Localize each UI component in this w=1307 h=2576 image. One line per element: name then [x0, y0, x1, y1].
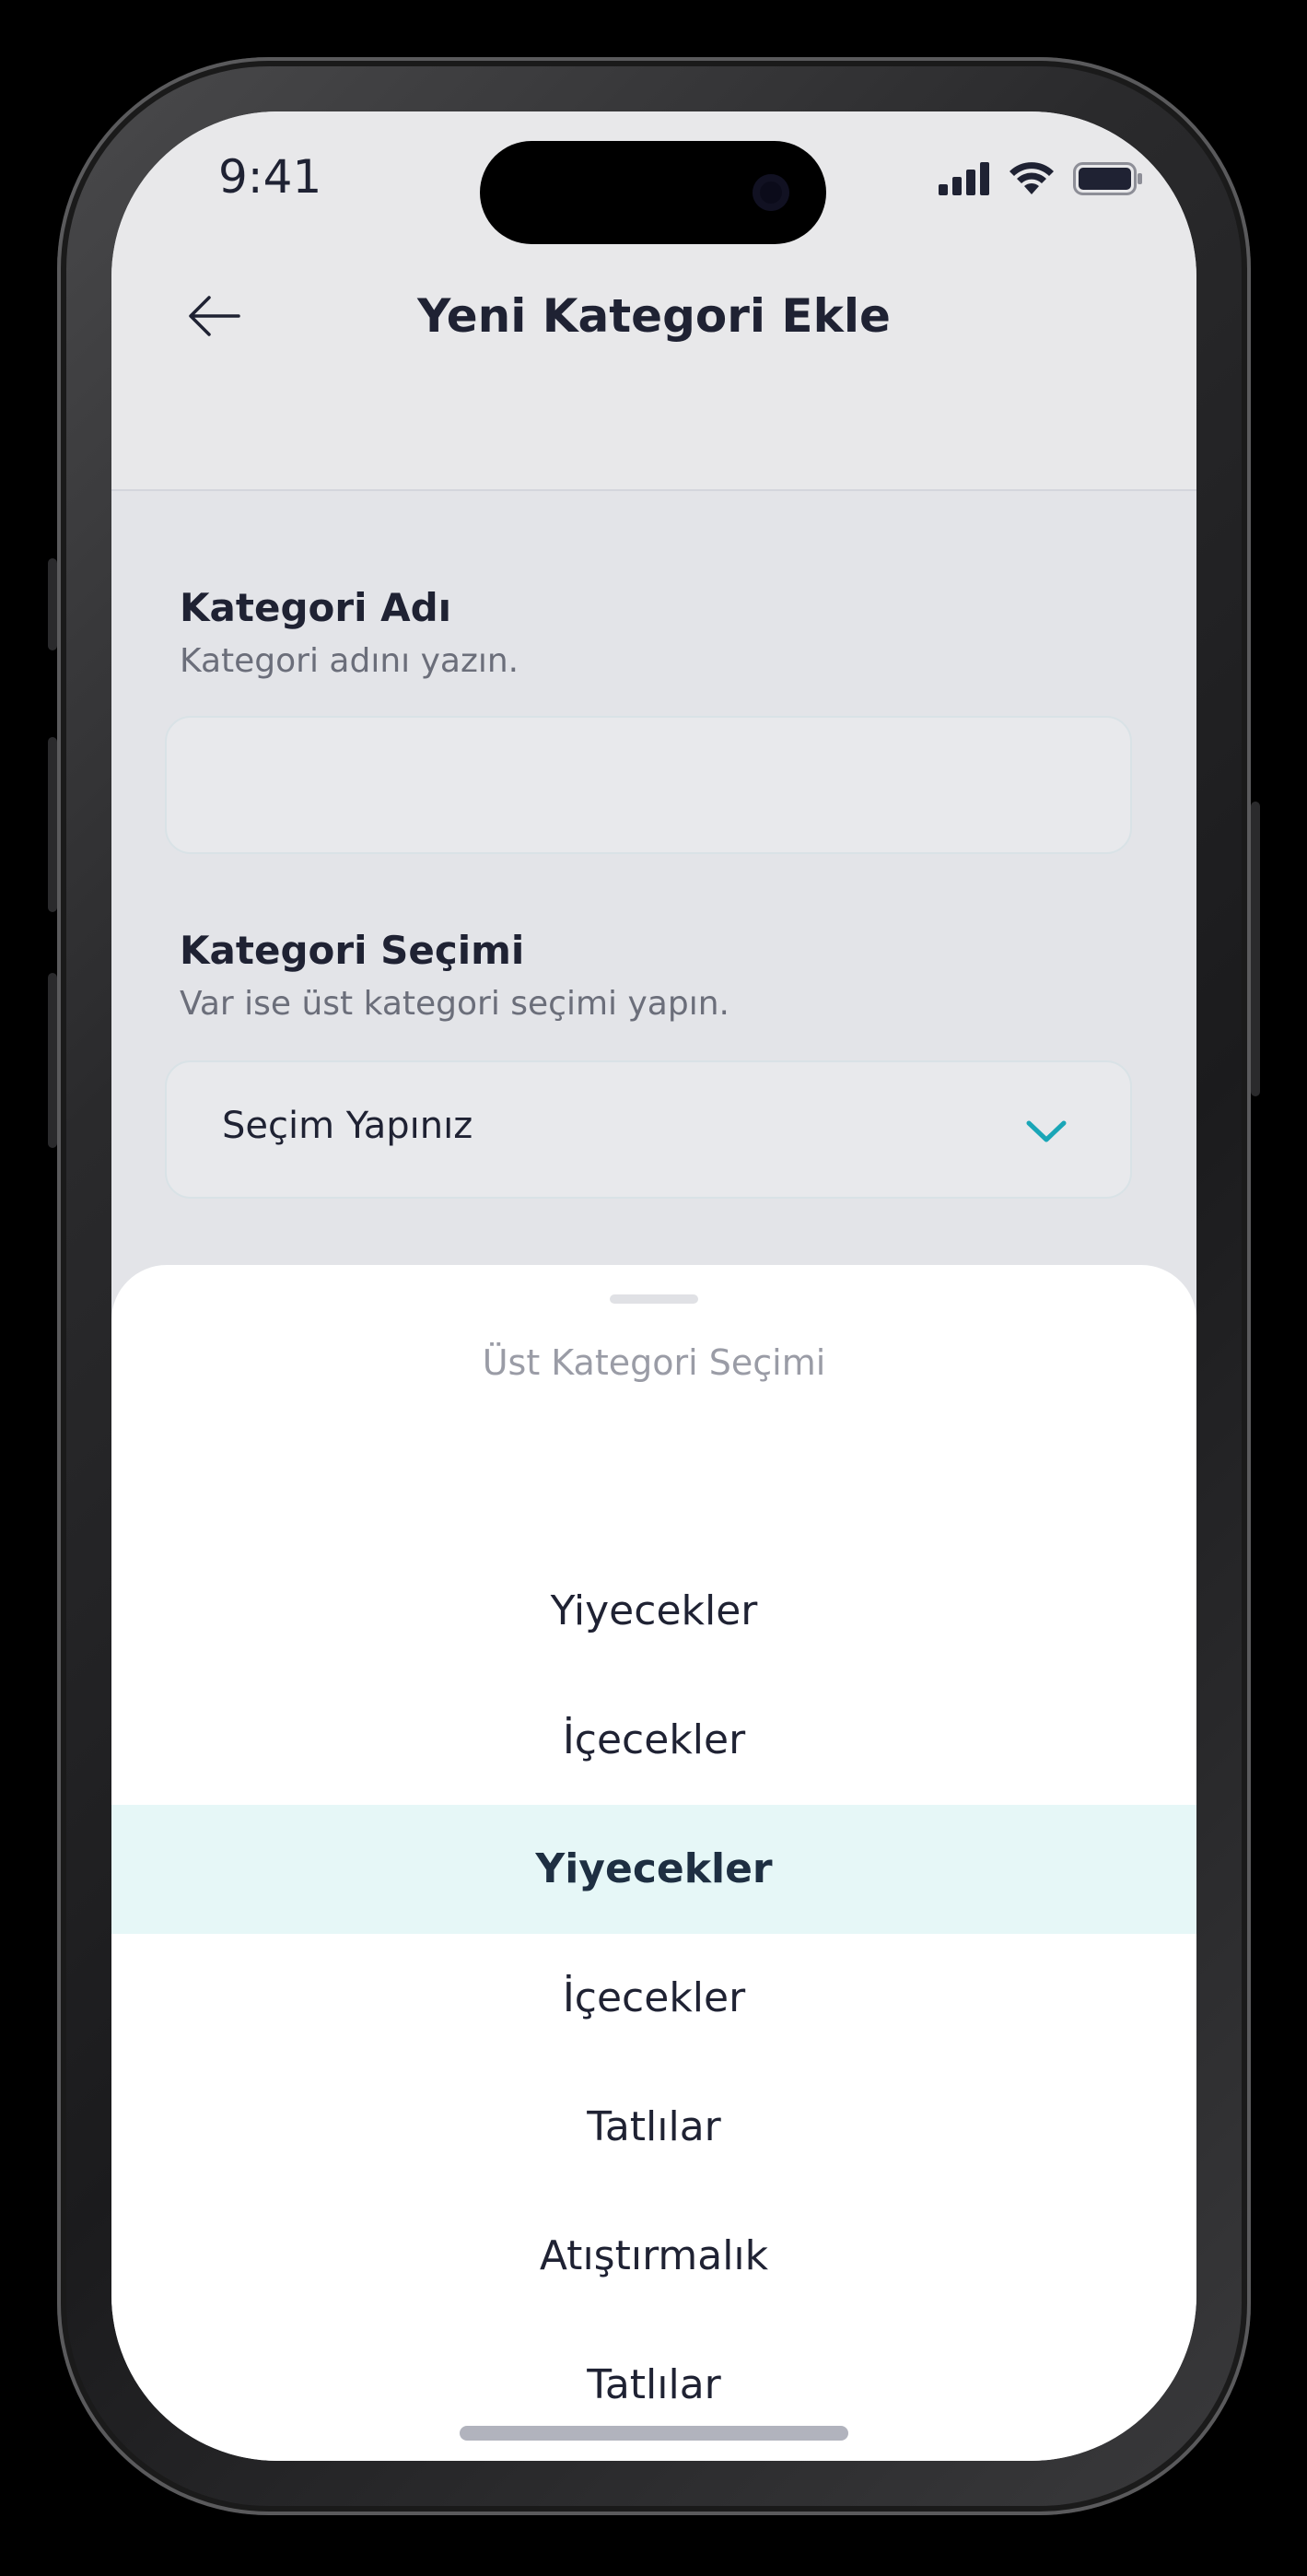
camera-lens: [753, 174, 789, 211]
volume-up-button: [48, 737, 57, 912]
battery-icon: [1073, 162, 1142, 195]
sheet-option[interactable]: Yiyecekler: [111, 1547, 1196, 1676]
sheet-title: Üst Kategori Seçimi: [482, 1342, 826, 1383]
sheet-option[interactable]: Atıştırmalık: [111, 2192, 1196, 2321]
sheet-option[interactable]: Tatlılar: [111, 2063, 1196, 2192]
page-title: Yeni Kategori Ekle: [417, 289, 891, 343]
chevron-down-icon: [1026, 1120, 1067, 1142]
bottom-sheet: Üst Kategori Seçimi Yiyecekler İçecekler…: [111, 1265, 1196, 2461]
wifi-icon: [1009, 162, 1054, 194]
power-button: [1251, 802, 1260, 1096]
home-indicator[interactable]: [460, 2426, 848, 2441]
category-select-label: Kategori Seçimi: [180, 928, 525, 973]
status-icons: [939, 161, 1143, 196]
sheet-grabber[interactable]: [610, 1294, 698, 1304]
category-name-input[interactable]: [165, 716, 1132, 854]
sheet-option-selected[interactable]: Yiyecekler: [111, 1805, 1196, 1934]
action-button: [48, 558, 57, 650]
category-name-label: Kategori Adı: [180, 585, 452, 630]
category-name-hint: Kategori adını yazın.: [180, 642, 519, 680]
category-select-hint: Var ise üst kategori seçimi yapın.: [180, 985, 729, 1023]
status-time: 9:41: [218, 150, 322, 204]
sheet-option[interactable]: İçecekler: [111, 1676, 1196, 1805]
status-bar: 9:41: [111, 111, 1196, 259]
category-select[interactable]: Seçim Yapınız: [165, 1060, 1132, 1199]
sheet-option[interactable]: İçecekler: [111, 1934, 1196, 2063]
cellular-signal-icon: [939, 162, 989, 195]
category-select-value: Seçim Yapınız: [222, 1105, 473, 1147]
screen: 9:41 Yeni Kategori Ekle Kategori Adı Kat…: [111, 111, 1196, 2461]
dynamic-island: [480, 141, 826, 244]
volume-down-button: [48, 973, 57, 1148]
